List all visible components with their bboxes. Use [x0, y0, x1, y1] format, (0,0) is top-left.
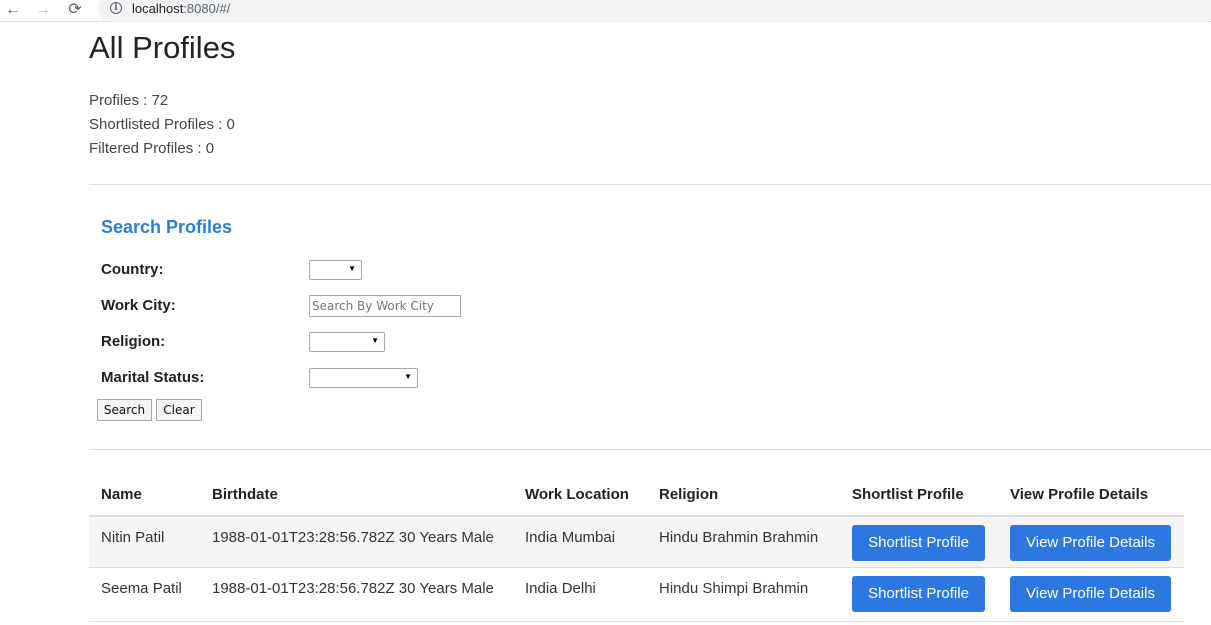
page-title: All Profiles	[89, 30, 236, 65]
back-arrow-icon[interactable]: ←	[2, 0, 24, 20]
cell-name: Seema Patil	[101, 580, 182, 597]
table-row: Nitin Patil 1988-01-01T23:28:56.782Z 30 …	[89, 515, 1184, 568]
address-bar[interactable]: i localhost:8080/#/	[98, 0, 1211, 22]
shortlist-profile-button[interactable]: Shortlist Profile	[852, 525, 985, 561]
religion-label: Religion:	[101, 333, 166, 350]
forward-arrow-icon[interactable]: →	[32, 0, 54, 20]
shortlisted-count: Shortlisted Profiles : 0	[89, 116, 235, 133]
dropdown-caret-icon: ▼	[348, 264, 356, 273]
column-header-name: Name	[101, 486, 142, 503]
info-icon[interactable]: i	[110, 2, 122, 14]
url-host: localhost	[132, 1, 184, 16]
table-row: Seema Patil 1988-01-01T23:28:56.782Z 30 …	[89, 568, 1184, 622]
view-profile-details-button[interactable]: View Profile Details	[1010, 525, 1171, 561]
marital-status-label: Marital Status:	[101, 369, 205, 386]
cell-birthdate: 1988-01-01T23:28:56.782Z 30 Years Male	[212, 580, 494, 597]
search-section-title: Search Profiles	[101, 217, 233, 237]
country-select[interactable]: ▼	[309, 260, 362, 280]
filtered-count: Filtered Profiles : 0	[89, 140, 215, 157]
url-text[interactable]: localhost:8080/#/	[132, 1, 230, 16]
divider	[89, 184, 1211, 185]
reload-icon[interactable]: ⟳	[64, 0, 86, 20]
url-path: :8080/#/	[183, 1, 231, 16]
cell-work-location: India Mumbai	[525, 529, 616, 546]
cell-religion: Hindu Brahmin Brahmin	[659, 529, 819, 546]
religion-select[interactable]: ▼	[309, 332, 385, 352]
dropdown-caret-icon: ▼	[371, 336, 379, 345]
work-city-label: Work City:	[101, 297, 176, 314]
cell-religion: Hindu Shimpi Brahmin	[659, 580, 809, 597]
column-header-work-location: Work Location	[525, 486, 629, 503]
column-header-shortlist: Shortlist Profile	[852, 486, 964, 503]
column-header-religion: Religion	[659, 486, 719, 503]
cell-name: Nitin Patil	[101, 529, 165, 546]
profiles-count: Profiles : 72	[89, 92, 169, 109]
column-header-birthdate: Birthdate	[212, 486, 278, 503]
country-label: Country:	[101, 261, 164, 278]
shortlist-profile-button[interactable]: Shortlist Profile	[852, 576, 985, 612]
cell-birthdate: 1988-01-01T23:28:56.782Z 30 Years Male	[212, 529, 494, 546]
cell-work-location: India Delhi	[525, 580, 596, 597]
search-button[interactable]: Search	[97, 399, 152, 421]
column-header-view-details: View Profile Details	[1010, 486, 1149, 503]
dropdown-caret-icon: ▼	[404, 372, 412, 381]
divider	[89, 449, 1211, 450]
work-city-input[interactable]	[309, 295, 461, 317]
view-profile-details-button[interactable]: View Profile Details	[1010, 576, 1171, 612]
clear-button[interactable]: Clear	[156, 399, 202, 421]
browser-toolbar: ← → ⟳ i localhost:8080/#/	[0, 0, 1211, 22]
marital-status-select[interactable]: ▼	[309, 368, 418, 388]
